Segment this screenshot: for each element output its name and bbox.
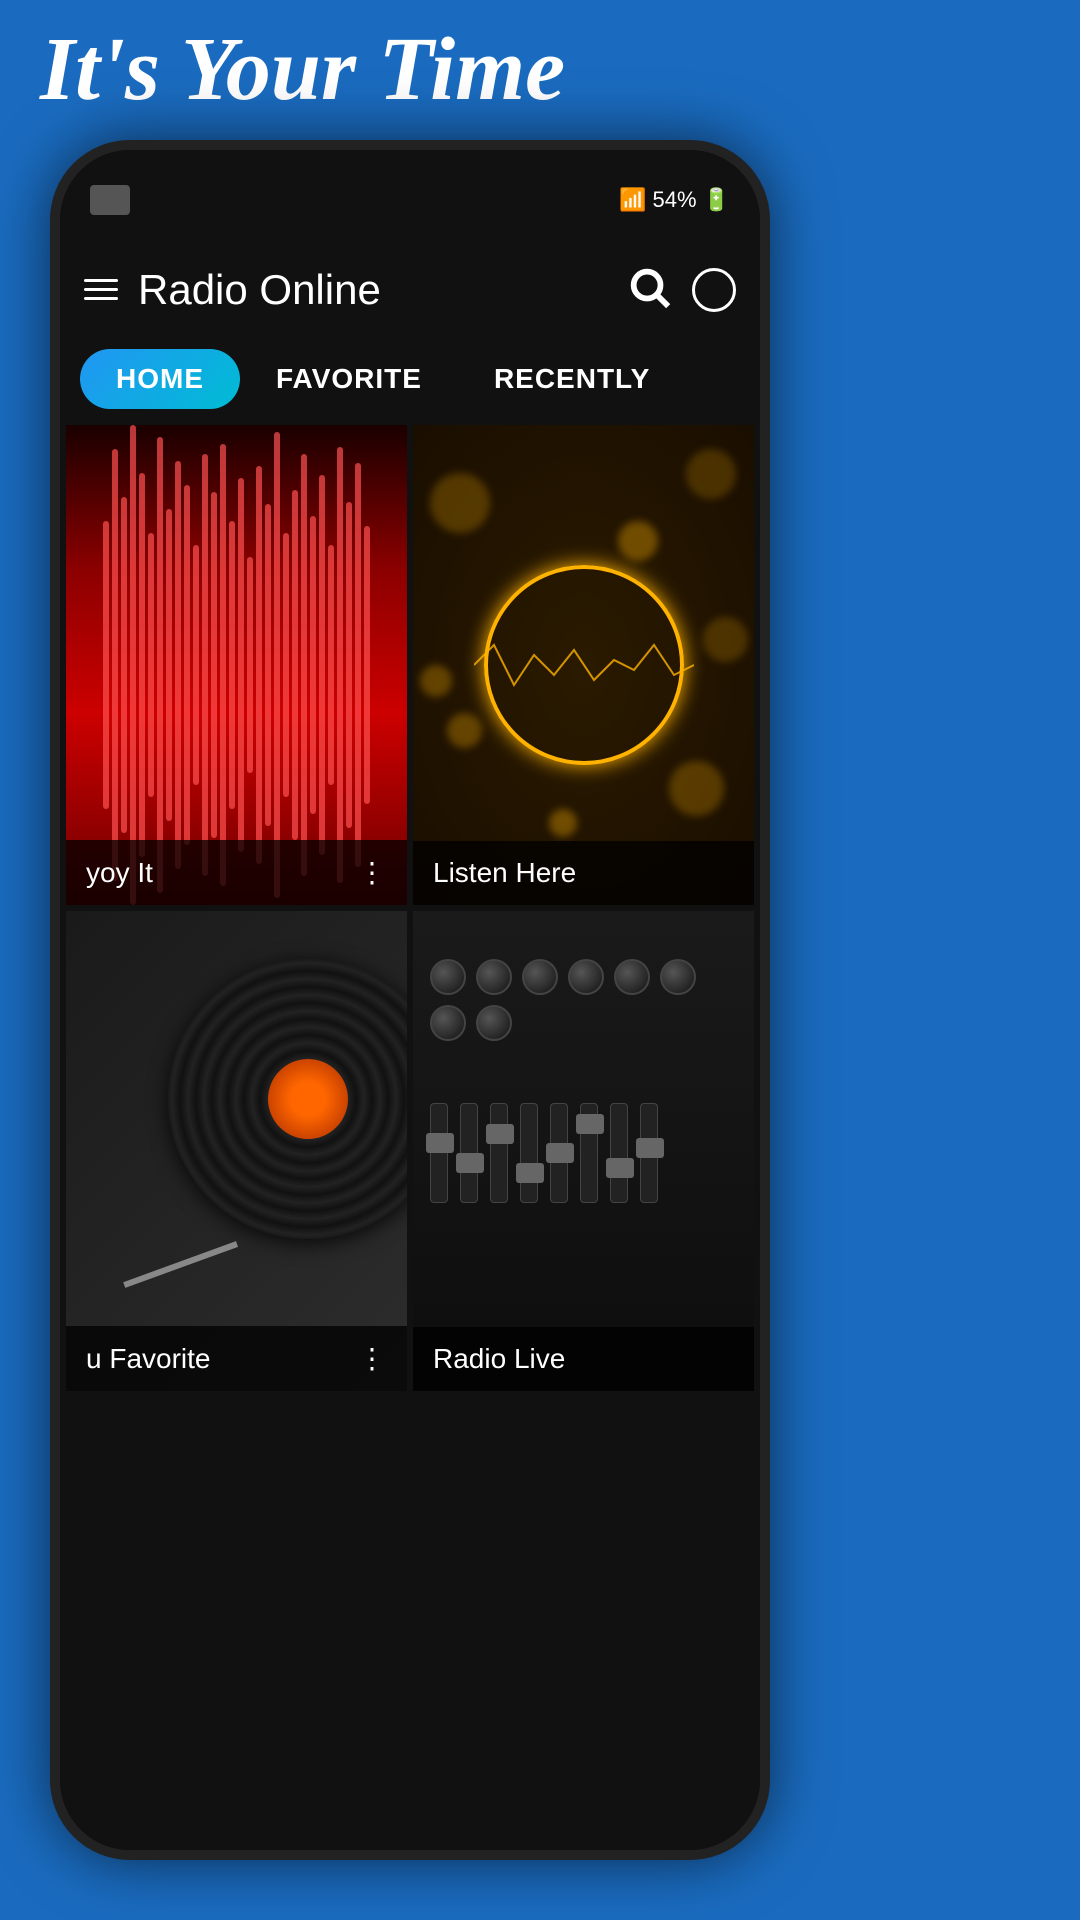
fader-track [490, 1103, 508, 1203]
background-headline: It's Your Time [40, 18, 565, 121]
fader-handle [486, 1124, 514, 1144]
status-left [90, 185, 130, 215]
fader-handle [456, 1153, 484, 1173]
bokeh-dot [447, 713, 482, 748]
notch-bump [320, 150, 500, 185]
vinyl-disc [168, 959, 407, 1239]
fader-handle [426, 1133, 454, 1153]
grid-item-radio-live[interactable]: Radio Live [413, 911, 754, 1391]
content-grid: yoy It ⋮ Listen Here [60, 419, 760, 1397]
top-bar-right [626, 264, 736, 315]
status-icon-image [90, 185, 130, 215]
hamburger-line [84, 297, 118, 300]
red-waveform [66, 425, 407, 905]
fader-track [580, 1103, 598, 1203]
mixer-knob [476, 959, 512, 995]
hamburger-line [84, 279, 118, 282]
mode-toggle-button[interactable] [692, 268, 736, 312]
card-label-u-favorite: u Favorite ⋮ [66, 1326, 407, 1391]
mixer-knob [614, 959, 650, 995]
bokeh-dot [618, 521, 658, 561]
top-bar: Radio Online [60, 240, 760, 339]
bokeh-dot [420, 665, 452, 697]
mixer-knob [430, 1005, 466, 1041]
mixer-knob [430, 959, 466, 995]
vinyl-center [268, 1059, 348, 1139]
card-title-radio-live: Radio Live [433, 1343, 565, 1375]
card-label-enjoy-it: yoy It ⋮ [66, 840, 407, 905]
card-label-listen-here: Listen Here [413, 841, 754, 905]
card-title-enjoy-it: yoy It [86, 857, 153, 889]
battery-icon: 🔋 [703, 187, 730, 213]
vinyl-arm [123, 1241, 238, 1288]
app-title: Radio Online [138, 266, 381, 314]
card-menu-enjoy-it[interactable]: ⋮ [358, 856, 387, 889]
search-button[interactable] [626, 264, 672, 315]
card-label-radio-live: Radio Live [413, 1327, 754, 1391]
fader-handle [576, 1114, 604, 1134]
mixer-knob [522, 959, 558, 995]
fader-handle [546, 1143, 574, 1163]
card-title-listen-here: Listen Here [433, 857, 576, 889]
bokeh-dot [549, 809, 577, 837]
signal-icon: 📶 [619, 187, 646, 213]
mixer-knob [660, 959, 696, 995]
top-bar-left: Radio Online [84, 266, 381, 314]
fader-track [640, 1103, 658, 1203]
phone-frame: 📶 54% 🔋 Radio Online [50, 140, 770, 1860]
fader-track [460, 1103, 478, 1203]
status-bar: 📶 54% 🔋 [60, 150, 760, 240]
battery-text: 54% [653, 187, 697, 213]
tab-recently[interactable]: RECENTLY [458, 349, 686, 409]
mixer-knob [568, 959, 604, 995]
card-menu-u-favorite[interactable]: ⋮ [358, 1342, 387, 1375]
mixer-faders-area [430, 1103, 737, 1203]
fader-track [550, 1103, 568, 1203]
menu-button[interactable] [84, 279, 118, 300]
mixer-knob [476, 1005, 512, 1041]
fader-handle [606, 1158, 634, 1178]
gold-wave-svg [474, 635, 694, 695]
card-title-u-favorite: u Favorite [86, 1343, 211, 1375]
fader-handle [516, 1163, 544, 1183]
fader-handle [636, 1138, 664, 1158]
fader-track [520, 1103, 538, 1203]
fader-track [430, 1103, 448, 1203]
app-screen: Radio Online HOME FAVORITE RECENTLY [60, 240, 760, 1850]
tab-bar: HOME FAVORITE RECENTLY [60, 339, 760, 419]
grid-item-u-favorite[interactable]: u Favorite ⋮ [66, 911, 407, 1391]
grid-item-listen-here[interactable]: Listen Here [413, 425, 754, 905]
tab-home[interactable]: HOME [80, 349, 240, 409]
mixer-knobs-area [430, 959, 737, 1041]
hamburger-line [84, 288, 118, 291]
search-icon [626, 264, 672, 310]
status-right: 📶 54% 🔋 [619, 187, 730, 213]
bokeh-dot [686, 449, 736, 499]
tab-favorite[interactable]: FAVORITE [240, 349, 458, 409]
fader-track [610, 1103, 628, 1203]
bokeh-dot [430, 473, 490, 533]
bokeh-dot [669, 761, 724, 816]
bokeh-dot [703, 617, 748, 662]
grid-item-enjoy-it[interactable]: yoy It ⋮ [66, 425, 407, 905]
